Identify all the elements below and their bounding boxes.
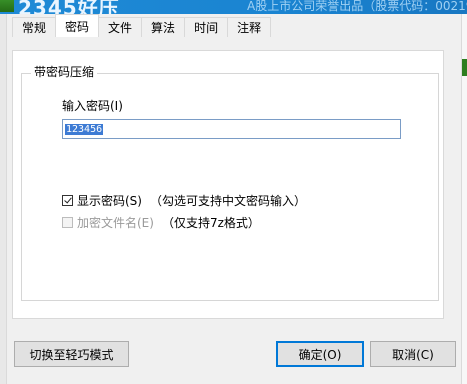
encrypt-filenames-note: （仅支持7z格式） [161,215,260,230]
ok-button[interactable]: 确定(O) [276,341,364,367]
password-value: 123456 [65,124,104,135]
switch-mode-button[interactable]: 切换至轻巧模式 [14,341,129,367]
group-title: 带密码压缩 [31,64,98,80]
tab-bar: 常规 密码 文件 算法 时间 注释 [12,14,272,37]
encrypt-filenames-row[interactable]: 加密文件名(E) （仅支持7z格式） [62,214,260,230]
tab-general[interactable]: 常规 [12,17,57,37]
tab-comment[interactable]: 注释 [227,17,272,37]
password-tab-panel: 带密码压缩 输入密码(I) 123456 显示密码(S) （勾选可支持中文密码输… [12,50,444,319]
encrypt-filenames-checkbox[interactable] [62,216,73,228]
show-password-row[interactable]: 显示密码(S) （勾选可支持中文密码输入） [62,192,306,208]
tab-password[interactable]: 密码 [55,14,100,37]
show-password-note: （勾选可支持中文密码输入） [149,193,306,208]
password-label: 输入密码(I) [62,99,123,113]
show-password-checkbox[interactable] [62,194,73,206]
encrypt-filenames-label: 加密文件名(E) [77,215,154,230]
cancel-button[interactable]: 取消(C) [370,341,456,367]
tab-time[interactable]: 时间 [184,17,229,37]
show-password-label: 显示密码(S) [77,193,142,208]
password-input[interactable]: 123456 [62,119,401,139]
tab-algorithm[interactable]: 算法 [141,17,186,37]
tab-files[interactable]: 文件 [98,17,143,37]
app-logo-icon [0,0,14,12]
background-window-banner: 2345好压 A股上市公司荣誉出品（股票代码：002195） [0,0,467,14]
app-logo-text: 2345好压 [18,0,120,14]
banner-text: A股上市公司荣誉出品（股票代码：002195） [247,0,467,13]
